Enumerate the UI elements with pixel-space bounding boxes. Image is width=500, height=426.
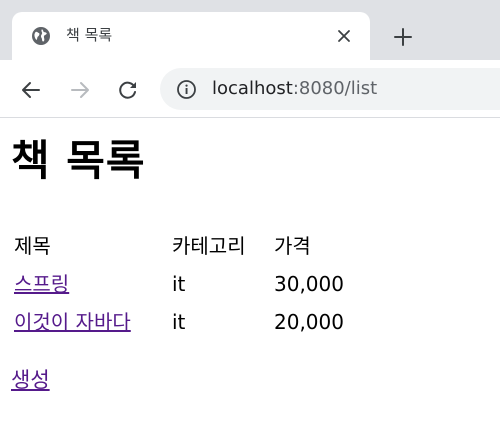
- address-bar[interactable]: localhost:8080/list: [160, 68, 500, 110]
- tab-strip: 책 목록: [0, 0, 500, 60]
- url-host: localhost: [212, 78, 293, 99]
- header-title: 제목: [14, 234, 51, 258]
- header-category: 카테고리: [172, 234, 246, 258]
- tab-title: 책 목록: [66, 26, 113, 44]
- table-header-row: 제목 카테고리 가격: [13, 228, 345, 264]
- book-title-link[interactable]: 이것이 자바다: [14, 310, 131, 334]
- active-tab[interactable]: 책 목록: [12, 12, 370, 60]
- url-text[interactable]: localhost:8080/list: [212, 77, 377, 101]
- book-price-cell: 20,000: [274, 310, 344, 334]
- table-row: 이것이 자바다 it 20,000: [13, 304, 345, 340]
- globe-icon: [31, 26, 51, 46]
- forward-arrow-icon[interactable]: [67, 77, 93, 103]
- table-row: 스프링 it 30,000: [13, 266, 345, 302]
- plus-icon[interactable]: [390, 24, 416, 50]
- page-content: 책 목록 제목 카테고리 가격 스프링 it 30,000 이것이 자바다 it…: [0, 119, 500, 426]
- url-path: :8080/list: [292, 78, 378, 99]
- book-title-link[interactable]: 스프링: [14, 272, 69, 296]
- back-arrow-icon[interactable]: [18, 77, 44, 103]
- close-icon[interactable]: [334, 26, 354, 46]
- book-category-cell: it: [172, 310, 186, 334]
- info-icon[interactable]: [176, 79, 197, 100]
- create-link[interactable]: 생성: [11, 365, 50, 395]
- book-title-cell: 이것이 자바다: [13, 304, 169, 340]
- book-price-cell: 30,000: [274, 272, 344, 296]
- book-category-cell: it: [172, 272, 186, 296]
- book-title-cell: 스프링: [13, 266, 169, 302]
- reload-icon[interactable]: [115, 77, 141, 103]
- page-title: 책 목록: [11, 136, 146, 185]
- book-table: 제목 카테고리 가격 스프링 it 30,000 이것이 자바다 it 20,0…: [11, 226, 347, 342]
- browser-toolbar: localhost:8080/list: [0, 60, 500, 118]
- header-price: 가격: [274, 234, 311, 258]
